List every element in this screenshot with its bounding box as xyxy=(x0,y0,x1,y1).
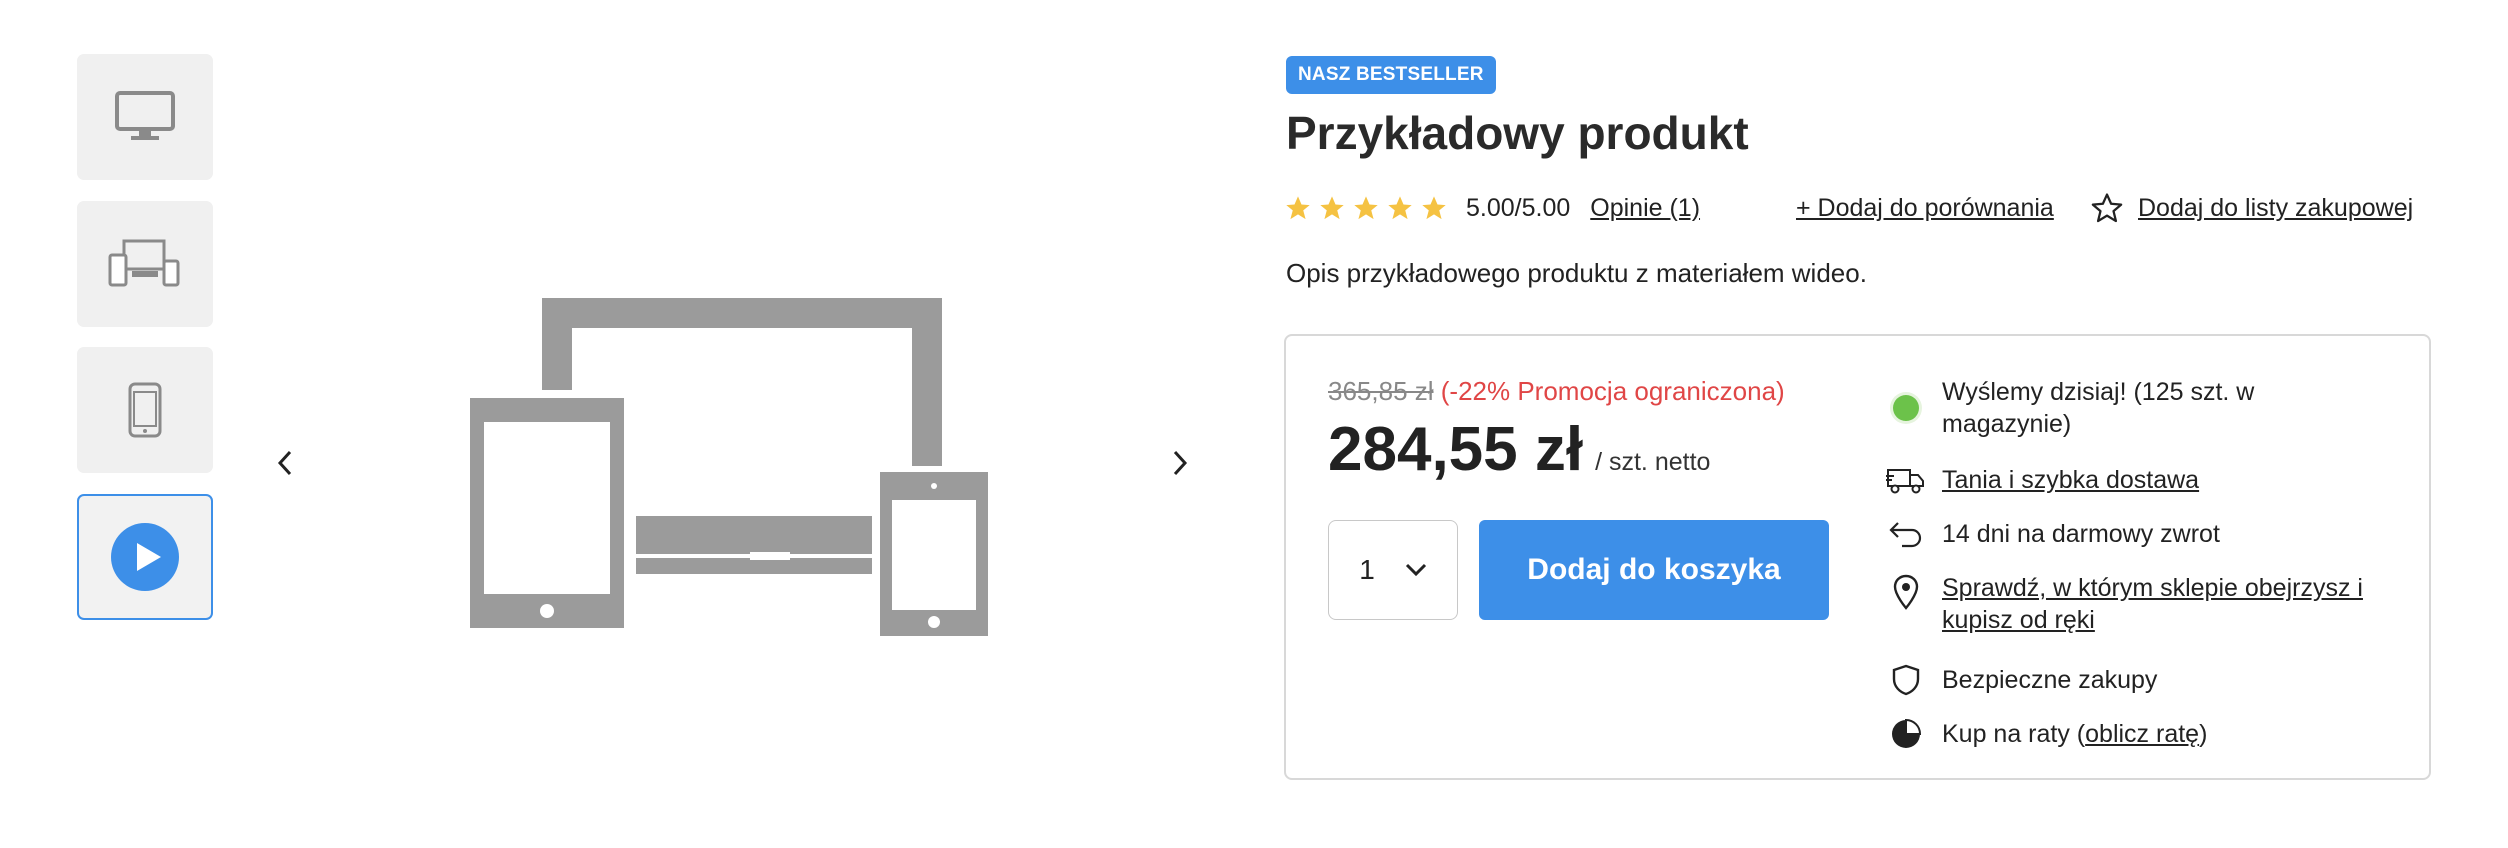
rating-stars xyxy=(1284,194,1448,222)
product-description: Opis przykładowego produktu z materiałem… xyxy=(1286,258,1867,288)
feature-store-check[interactable]: Sprawdź, w którym sklepie obejrzysz i ku… xyxy=(1886,572,2406,636)
installments-text: Kup na raty (oblicz ratę) xyxy=(1942,718,2207,750)
feature-safe-shopping: Bezpieczne zakupy xyxy=(1886,664,2406,696)
add-to-compare-link[interactable]: + Dodaj do porównania xyxy=(1796,194,2054,223)
installments-prefix: Kup na raty ( xyxy=(1942,720,2086,748)
map-pin-icon xyxy=(1893,574,1919,610)
star-icon xyxy=(1422,196,1446,220)
gallery-prev-button[interactable] xyxy=(260,438,310,488)
thumbnail-desktop[interactable] xyxy=(77,54,213,180)
shield-icon xyxy=(1892,664,1920,696)
old-price: 365,85 zł xyxy=(1328,376,1434,406)
rating-row: 5.00/5.00 Opinie (1) + Dodaj do porównan… xyxy=(1284,188,2434,228)
thumbnail-smartphone[interactable] xyxy=(77,347,213,473)
desktop-monitor-icon xyxy=(115,91,175,140)
star-outline-icon xyxy=(2091,193,2123,223)
feature-delivery[interactable]: Tania i szybka dostawa xyxy=(1886,464,2406,496)
feature-shipping-today: Wyślemy dzisiaj! (125 szt. w magazynie) xyxy=(1886,376,2406,440)
rating-value: 5.00/5.00 xyxy=(1466,193,1571,222)
add-to-cart-button[interactable]: Dodaj do koszyka xyxy=(1479,520,1829,620)
store-check-link: Sprawdź, w którym sklepie obejrzysz i ku… xyxy=(1942,574,2363,634)
quantity-value: 1 xyxy=(1359,554,1375,585)
calculate-installment-link[interactable]: oblicz ratę xyxy=(2085,720,2199,748)
price-unit: / szt. netto xyxy=(1595,448,1711,476)
installments-suffix: ) xyxy=(2199,720,2208,748)
feature-installments: Kup na raty (oblicz ratę) xyxy=(1886,718,2406,750)
star-icon xyxy=(1286,196,1310,220)
star-icon xyxy=(1320,196,1344,220)
quantity-select[interactable]: 1 xyxy=(1328,520,1458,620)
add-to-wishlist-button[interactable]: Dodaj do listy zakupowej xyxy=(2090,191,2413,225)
devices-illustration-icon xyxy=(470,298,988,636)
gallery-next-button[interactable] xyxy=(1155,438,1205,488)
reviews-link[interactable]: Opinie (1) xyxy=(1590,194,1700,223)
wishlist-label: Dodaj do listy zakupowej xyxy=(2138,193,2414,222)
delivery-link: Tania i szybka dostawa xyxy=(1942,466,2200,494)
delivery-truck-icon xyxy=(1886,469,1924,494)
promo-text: (-22% Promocja ograniczona) xyxy=(1440,376,1785,406)
return-arrow-icon xyxy=(1889,522,1922,548)
chevron-down-icon xyxy=(1405,563,1426,577)
buy-box: 365,85 zł (-22% Promocja ograniczona) 28… xyxy=(1284,334,2431,780)
thumbnail-video[interactable] xyxy=(77,494,213,620)
current-price: 284,55 zł xyxy=(1328,415,1584,484)
in-stock-dot-icon xyxy=(1893,395,1919,421)
shipping-today-text: Wyślemy dzisiaj! (125 szt. w magazynie) xyxy=(1942,378,2255,438)
old-price-row: 365,85 zł (-22% Promocja ograniczona) xyxy=(1328,376,1785,407)
feature-returns: 14 dni na darmowy zwrot xyxy=(1886,518,2406,550)
star-icon xyxy=(1388,196,1412,220)
chevron-right-icon xyxy=(1173,450,1188,476)
thumbnail-devices[interactable] xyxy=(77,201,213,327)
price-row: 284,55 zł / szt. netto xyxy=(1328,414,1710,485)
multiple-devices-icon xyxy=(108,239,180,287)
chevron-left-icon xyxy=(277,450,292,476)
star-icon xyxy=(1354,196,1378,220)
product-title: Przykładowy produkt xyxy=(1286,107,1749,159)
bestseller-badge: NASZ BESTSELLER xyxy=(1286,56,1496,94)
safe-shopping-text: Bezpieczne zakupy xyxy=(1942,666,2158,694)
play-video-icon xyxy=(111,523,179,591)
returns-text: 14 dni na darmowy zwrot xyxy=(1942,520,2220,548)
pie-chart-icon xyxy=(1892,718,1922,748)
smartphone-icon xyxy=(128,382,162,438)
